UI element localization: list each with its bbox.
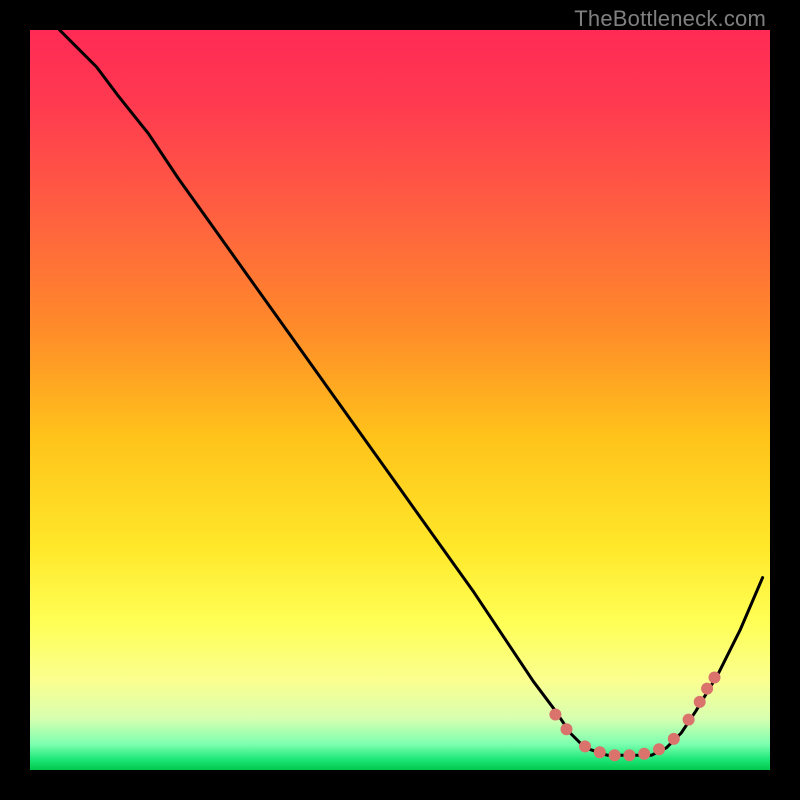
highlight-dot	[668, 733, 680, 745]
highlight-dot	[561, 723, 573, 735]
highlight-dot	[638, 748, 650, 760]
highlight-dot	[683, 714, 695, 726]
highlight-dot	[549, 709, 561, 721]
highlight-dot	[609, 749, 621, 761]
highlight-dot	[594, 746, 606, 758]
highlight-dot	[709, 672, 721, 684]
highlight-dot	[694, 696, 706, 708]
chart-frame	[30, 30, 770, 770]
gradient-background	[30, 30, 770, 770]
highlight-dot	[653, 743, 665, 755]
highlight-dot	[701, 683, 713, 695]
highlight-dot	[623, 749, 635, 761]
bottleneck-chart	[30, 30, 770, 770]
watermark-text: TheBottleneck.com	[574, 6, 766, 32]
highlight-dot	[579, 740, 591, 752]
